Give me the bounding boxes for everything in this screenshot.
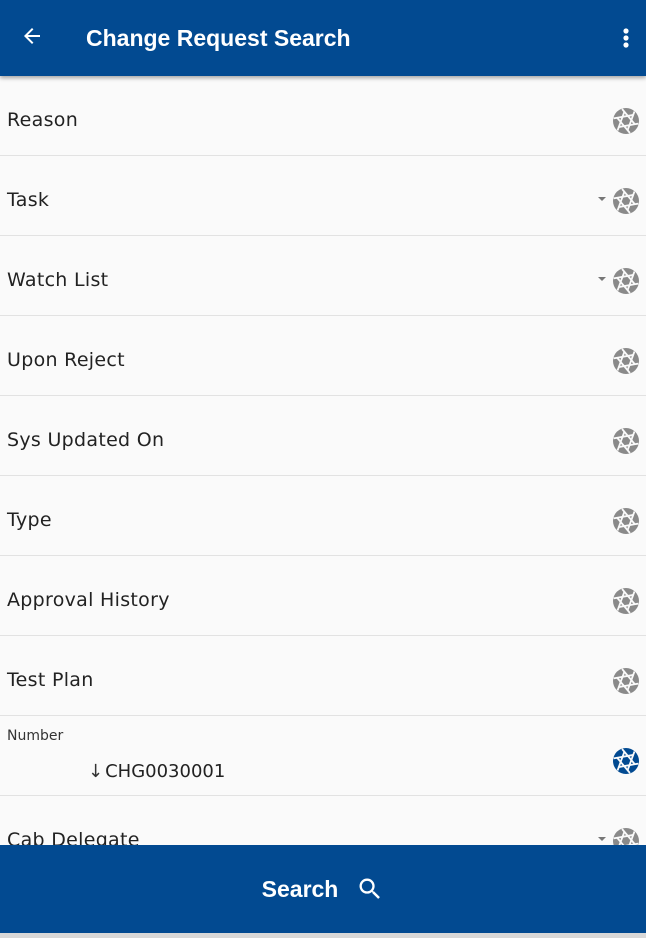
- page-title: Change Request Search: [86, 25, 351, 51]
- overflow-menu-button[interactable]: [614, 20, 638, 56]
- field-label: Task: [7, 189, 50, 211]
- field-label: Upon Reject: [7, 349, 125, 371]
- field-row-approval-history[interactable]: Approval History: [0, 556, 646, 636]
- field-value: ↓ CHG0030001: [88, 761, 225, 782]
- aperture-icon[interactable]: [612, 187, 640, 215]
- app-bar: Change Request Search: [0, 0, 646, 76]
- field-row-watch-list[interactable]: Watch List: [0, 236, 646, 316]
- bottom-edge: [0, 933, 646, 938]
- field-label: Cab Delegate: [7, 829, 140, 845]
- app-screen: Change Request Search Reason Task Watch Li…: [0, 0, 646, 938]
- aperture-icon[interactable]: [612, 827, 640, 845]
- field-label: Test Plan: [7, 669, 94, 691]
- arrow-left-icon: [24, 28, 40, 44]
- field-row-number[interactable]: Number ↓ CHG0030001: [0, 716, 646, 796]
- dropdown-caret-icon[interactable]: [598, 837, 606, 841]
- field-list[interactable]: Reason Task Watch List Upon Reject Sys Updat…: [0, 76, 646, 845]
- aperture-icon[interactable]: [612, 427, 640, 455]
- field-label: Type: [7, 509, 52, 531]
- aperture-icon[interactable]: [612, 747, 640, 775]
- aperture-icon[interactable]: [612, 107, 640, 135]
- aperture-icon[interactable]: [612, 267, 640, 295]
- dropdown-caret-icon[interactable]: [598, 277, 606, 281]
- field-label: Reason: [7, 109, 79, 131]
- field-label: Sys Updated On: [7, 429, 165, 451]
- more-vert-icon: [623, 28, 629, 48]
- aperture-icon[interactable]: [612, 507, 640, 535]
- sort-descending-icon[interactable]: ↓: [88, 761, 103, 782]
- field-row-task[interactable]: Task: [0, 156, 646, 236]
- field-row-reason[interactable]: Reason: [0, 76, 646, 156]
- dropdown-caret-icon[interactable]: [598, 197, 606, 201]
- aperture-icon[interactable]: [612, 667, 640, 695]
- search-button[interactable]: Search: [0, 845, 646, 933]
- back-button[interactable]: [12, 16, 52, 56]
- field-label: Number: [7, 728, 64, 744]
- aperture-icon[interactable]: [612, 347, 640, 375]
- field-row-sys-updated-on[interactable]: Sys Updated On: [0, 396, 646, 476]
- aperture-icon[interactable]: [612, 587, 640, 615]
- field-row-type[interactable]: Type: [0, 476, 646, 556]
- field-label: Watch List: [7, 269, 109, 291]
- field-label: Approval History: [7, 589, 170, 611]
- field-value-text: CHG0030001: [105, 761, 226, 782]
- search-button-label: Search: [261, 875, 339, 902]
- field-row-upon-reject[interactable]: Upon Reject: [0, 316, 646, 396]
- search-icon: [359, 878, 381, 899]
- field-row-cab-delegate[interactable]: Cab Delegate: [0, 796, 646, 845]
- field-row-test-plan[interactable]: Test Plan: [0, 636, 646, 716]
